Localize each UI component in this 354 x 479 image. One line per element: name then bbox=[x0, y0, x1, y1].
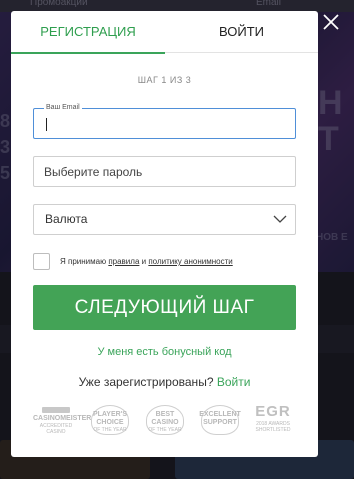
chevron-down-icon bbox=[273, 215, 287, 223]
award-badge-best-casino: BEST CASINO OF THE YEAR bbox=[142, 403, 188, 437]
award-title: BEST CASINO bbox=[151, 411, 179, 426]
close-icon bbox=[323, 14, 339, 30]
award-title: EGR bbox=[255, 403, 291, 420]
award-title: CASINOMEISTER bbox=[33, 415, 92, 422]
award-ribbon bbox=[42, 407, 70, 413]
privacy-policy-link[interactable]: политику анонимности bbox=[148, 257, 232, 266]
award-subtitle: 2018 AWARDS SHORTLISTED bbox=[255, 421, 291, 433]
step-indicator: ШАГ 1 ИЗ 3 bbox=[137, 75, 192, 85]
award-badge-players-choice: PLAYER'S CHOICE OF THE YEAR bbox=[87, 403, 133, 437]
award-badge-casinomeister: CASINOMEISTER ACCREDITED CASINO bbox=[33, 403, 92, 437]
next-step-button[interactable]: СЛЕДУЮЩИЙ ШАГ bbox=[33, 285, 296, 330]
close-button[interactable] bbox=[321, 12, 341, 32]
currency-select[interactable]: Валюта bbox=[33, 204, 296, 235]
terms-and: и bbox=[141, 257, 147, 266]
password-input[interactable] bbox=[34, 157, 295, 186]
modal-tabs: РЕГИСТРАЦИЯ ВОЙТИ bbox=[11, 11, 318, 54]
terms-checkbox[interactable] bbox=[33, 253, 50, 270]
award-subtitle: OF THE YEAR bbox=[148, 427, 182, 433]
award-subtitle: ACCREDITED CASINO bbox=[39, 423, 73, 435]
terms-text: Я принимаю правила и политику анонимност… bbox=[60, 257, 233, 266]
registration-modal: РЕГИСТРАЦИЯ ВОЙТИ ШАГ 1 ИЗ 3 Ваш Email В… bbox=[11, 11, 318, 457]
text-caret bbox=[46, 118, 47, 131]
award-title: EXCELLENT SUPPORT bbox=[199, 411, 241, 426]
award-subtitle: OF THE YEAR bbox=[93, 427, 127, 433]
award-badge-excellent-support: EXCELLENT SUPPORT bbox=[197, 403, 243, 437]
currency-select-value: Валюта bbox=[45, 212, 88, 226]
bonus-code-link[interactable]: У меня есть бонусный код bbox=[11, 346, 318, 358]
email-field[interactable]: Ваш Email bbox=[33, 103, 296, 139]
already-registered-text: Уже зарегистрированы? bbox=[78, 375, 214, 389]
terms-prefix: Я принимаю bbox=[60, 257, 107, 266]
award-title: PLAYER'S CHOICE bbox=[92, 411, 128, 426]
tab-login[interactable]: ВОЙТИ bbox=[165, 11, 318, 53]
already-registered: Уже зарегистрированы? Войти bbox=[11, 375, 318, 389]
rules-link[interactable]: правила bbox=[108, 257, 139, 266]
awards-row: CASINOMEISTER ACCREDITED CASINO PLAYER'S… bbox=[33, 403, 296, 437]
award-badge-egr: EGR 2018 AWARDS SHORTLISTED bbox=[250, 403, 296, 437]
terms-agreement: Я принимаю правила и политику анонимност… bbox=[33, 253, 303, 271]
password-field[interactable] bbox=[33, 156, 296, 187]
email-input[interactable] bbox=[34, 109, 295, 138]
tab-register[interactable]: РЕГИСТРАЦИЯ bbox=[11, 11, 165, 54]
login-link[interactable]: Войти bbox=[217, 375, 251, 389]
